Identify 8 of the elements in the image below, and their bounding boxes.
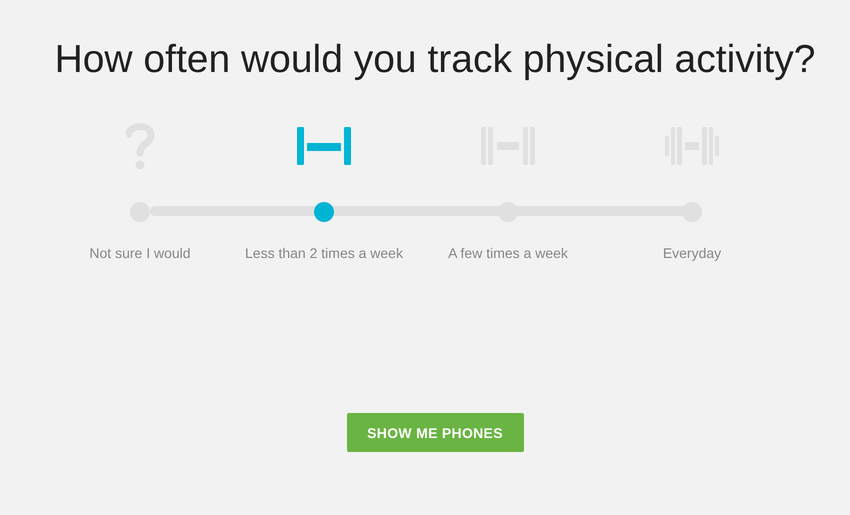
option-label: Not sure I would	[89, 245, 191, 261]
page-title: How often would you track physical activity?	[54, 38, 816, 82]
option-label: A few times a week	[448, 245, 568, 261]
slider-stop[interactable]	[314, 202, 334, 222]
option-label: Less than 2 times a week	[245, 245, 403, 261]
option-label: Everyday	[662, 245, 722, 261]
show-phones-button[interactable]: SHOW ME PHONES	[346, 413, 524, 452]
dumbbell-icon	[297, 127, 351, 165]
